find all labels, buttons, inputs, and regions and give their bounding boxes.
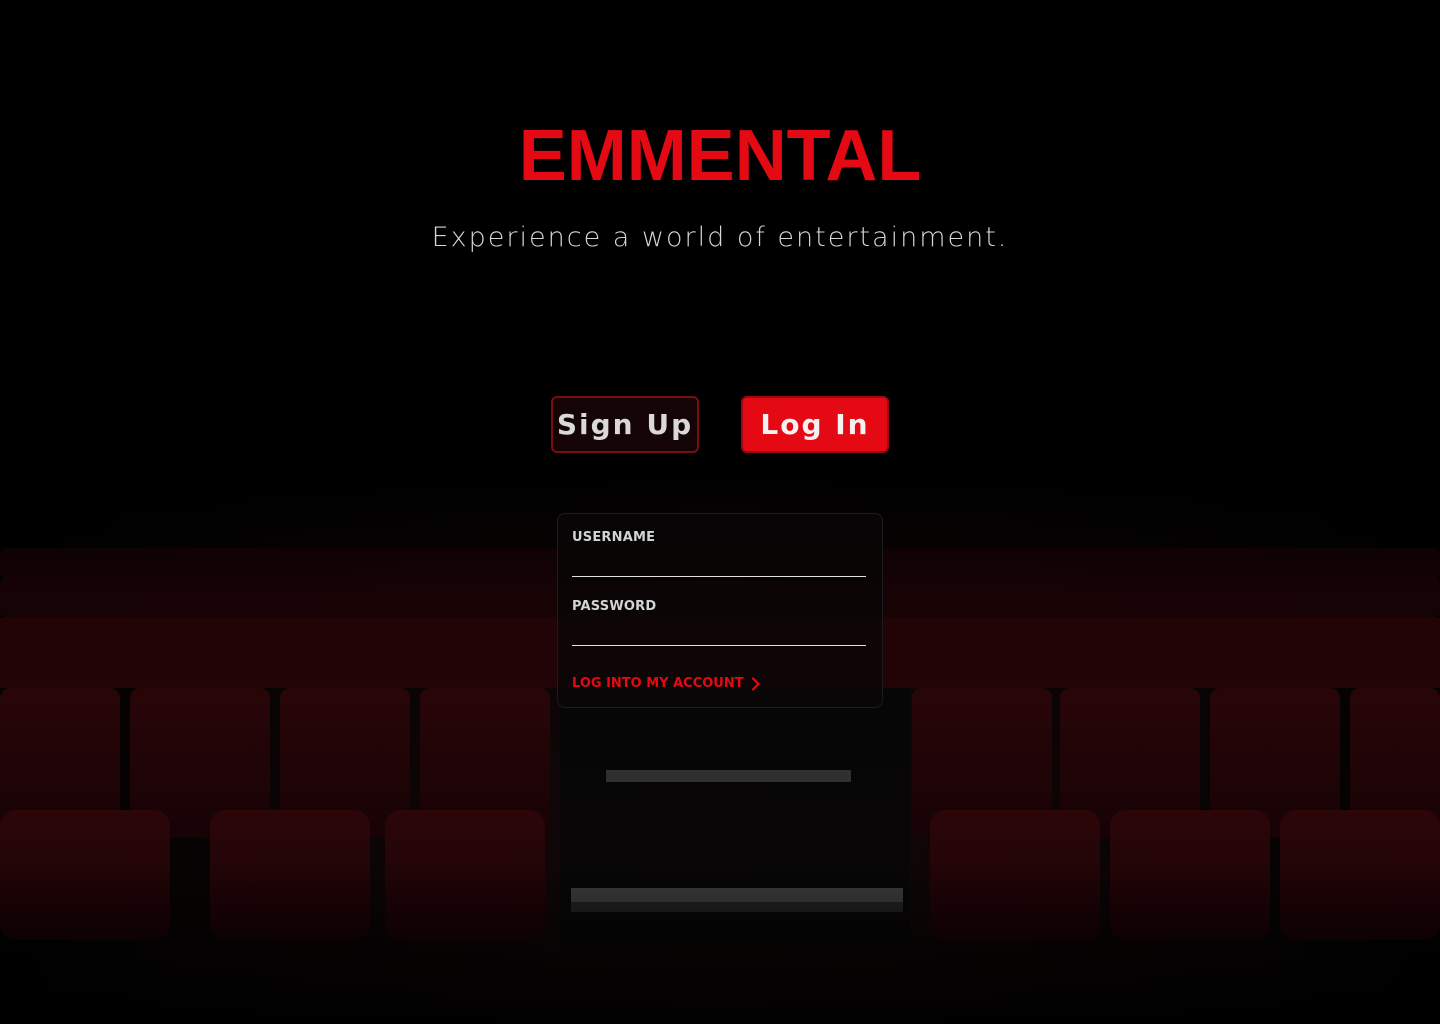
username-label: USERNAME <box>572 530 656 545</box>
login-tab-button[interactable]: Log In <box>741 396 889 453</box>
login-submit-label: LOG INTO MY ACCOUNT <box>572 676 744 691</box>
chevron-right-icon <box>751 676 760 691</box>
login-form: USERNAME PASSWORD LOG INTO MY ACCOUNT <box>557 513 883 708</box>
password-input[interactable] <box>572 624 866 646</box>
login-tab-label: Log In <box>760 408 870 441</box>
brand-logo: EMMENTAL <box>518 116 922 196</box>
password-label: PASSWORD <box>572 599 657 614</box>
login-submit-button[interactable]: LOG INTO MY ACCOUNT <box>572 676 762 691</box>
signup-tab-button[interactable]: Sign Up <box>551 396 699 453</box>
signup-tab-label: Sign Up <box>556 408 694 441</box>
brand-tagline: Experience a world of entertainment. <box>431 222 1009 253</box>
login-page: EMMENTAL Experience a world of entertain… <box>0 0 1440 1024</box>
username-input[interactable] <box>572 555 866 577</box>
